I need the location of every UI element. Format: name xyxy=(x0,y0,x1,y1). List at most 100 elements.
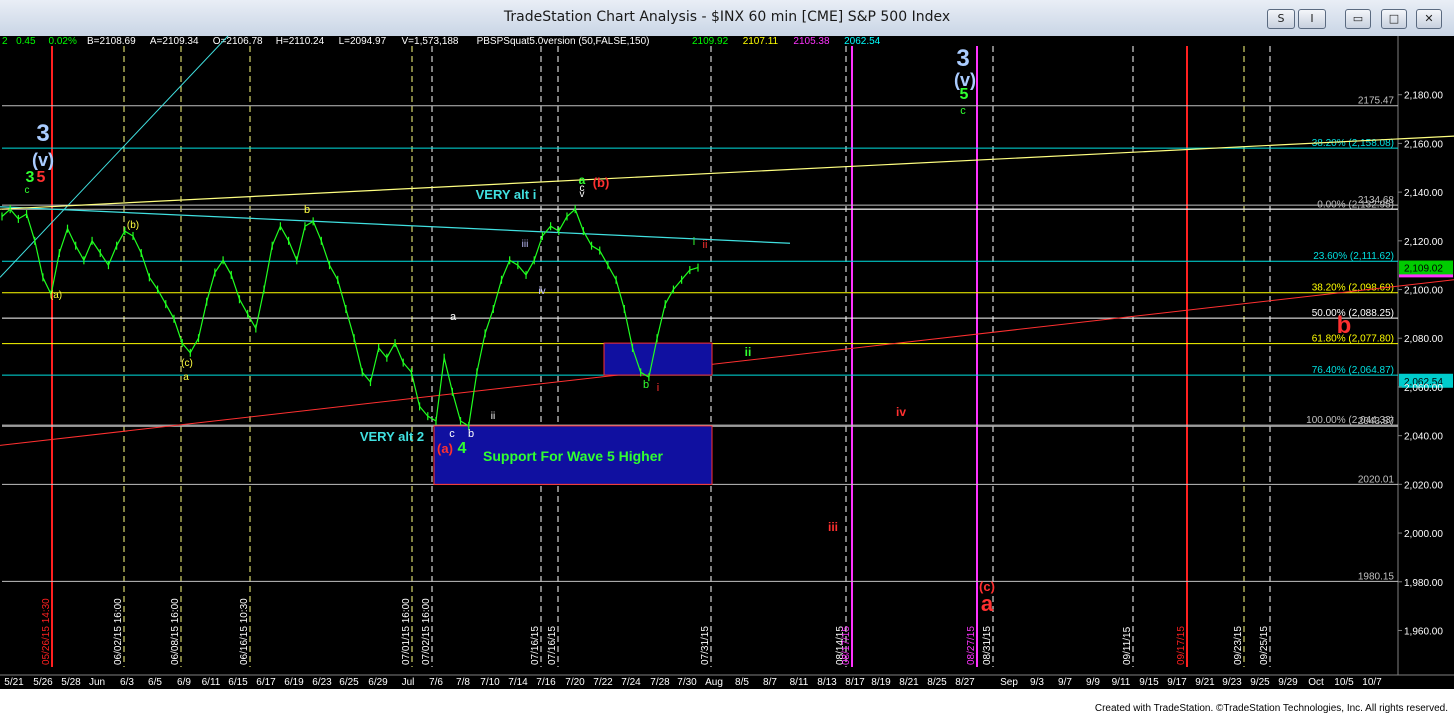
wave-label-b_paren: (b) xyxy=(127,220,139,231)
x-tick-label: 10/7 xyxy=(1362,677,1382,688)
x-tick-label: 7/28 xyxy=(650,677,670,688)
wave-label-a_paren: (a) xyxy=(50,290,62,301)
x-tick-label: 9/21 xyxy=(1195,677,1215,688)
x-tick-label: 7/8 xyxy=(456,677,470,688)
wave-label-b_yel1: b xyxy=(304,204,310,216)
wave-label-wv_left: (v) xyxy=(32,150,54,170)
price-tag-label: 2,109.02 xyxy=(1404,264,1443,275)
vertical-date-label: 07/16/15 xyxy=(530,626,541,665)
x-tick-label: 6/25 xyxy=(339,677,359,688)
vertical-date-label: 07/01/15 16:00 xyxy=(401,598,412,665)
fib-level-label: 61.80% (2,077.80) xyxy=(1312,334,1394,345)
fib-level-label: 0.00% (2,132.95) xyxy=(1317,199,1394,210)
x-tick-label: 7/10 xyxy=(480,677,500,688)
y-tick-label: 1,960.00 xyxy=(1404,626,1443,637)
x-tick-label: 6/11 xyxy=(202,677,221,688)
vertical-date-label: 06/16/15 10:30 xyxy=(239,598,250,665)
x-tick-label: 7/6 xyxy=(429,677,443,688)
y-tick-label: 2,120.00 xyxy=(1404,237,1443,248)
header-readout-item: V=1,573,188 xyxy=(402,36,459,47)
header-readout-item: 0.02% xyxy=(49,36,77,47)
chart-area[interactable]: 2 0.45 0.02% B=2108.69 A=2109.34 O=2106.78 H=2… xyxy=(0,33,1454,689)
window-title: TradeStation Chart Analysis - $INX 60 mi… xyxy=(503,9,951,25)
wave-label-iv_red: iv xyxy=(896,405,906,419)
header-readout-item: B=2108.69 xyxy=(87,36,136,47)
header-readout-item: H=2110.24 xyxy=(276,36,325,47)
fib-level-label: 2020.01 xyxy=(1358,474,1395,485)
x-tick-label: 9/3 xyxy=(1030,677,1044,688)
maximize-button[interactable]: □ xyxy=(1381,9,1407,29)
vertical-date-label: 09/23/15 xyxy=(1233,626,1244,665)
x-tick-label: 9/9 xyxy=(1086,677,1100,688)
x-tick-label: 7/22 xyxy=(593,677,613,688)
minimize-button[interactable]: ▭ xyxy=(1345,9,1371,29)
wave-label-very_alt_i: VERY alt i xyxy=(476,187,537,202)
wave-label-four_green: 4 xyxy=(458,440,467,457)
y-tick-label: 2,020.00 xyxy=(1404,480,1443,491)
title-bar: TradeStation Chart Analysis - $INX 60 mi… xyxy=(0,0,1454,37)
support-box-label: Support For Wave 5 Higher xyxy=(483,448,663,464)
vertical-date-label: 09/11/15 xyxy=(1122,626,1133,665)
footer: Created with TradeStation. ©TradeStation… xyxy=(0,689,1454,717)
header-readout-item: 0.45 xyxy=(16,36,36,47)
wave-label-ii_green2: ii xyxy=(745,345,752,359)
vertical-date-label: 09/25/15 xyxy=(1259,626,1270,665)
x-tick-label: 6/29 xyxy=(368,677,388,688)
wave-label-i_red: i xyxy=(657,382,659,394)
fib-level-label: 2043.87 xyxy=(1358,416,1395,427)
header-readout-item: 2062.54 xyxy=(844,36,881,47)
wave-label-iii_red: iii xyxy=(828,520,838,534)
x-tick-label: 5/26 xyxy=(33,677,53,688)
wave-label-b_big_red: b xyxy=(1337,312,1352,339)
x-tick-label: 9/29 xyxy=(1278,677,1298,688)
x-tick-label: 8/7 xyxy=(763,677,777,688)
interval-button[interactable]: I xyxy=(1298,9,1326,29)
header-readout-item: L=2094.97 xyxy=(339,36,387,47)
x-tick-label: 8/5 xyxy=(735,677,749,688)
x-tick-label: 9/17 xyxy=(1167,677,1187,688)
y-tick-label: 2,000.00 xyxy=(1404,529,1443,540)
close-button[interactable]: ✕ xyxy=(1416,9,1442,29)
y-tick-label: 2,040.00 xyxy=(1404,432,1443,443)
header-readout-item: 2107.11 xyxy=(743,36,779,47)
x-tick-label: 9/7 xyxy=(1058,677,1072,688)
wave-label-iv_lbl: iv xyxy=(538,286,545,297)
vertical-date-label: 07/31/15 xyxy=(700,626,711,665)
wave-label-i_green: i xyxy=(693,236,695,248)
x-tick-label: Jun xyxy=(89,677,105,688)
header-readout-item: A=2109.34 xyxy=(150,36,199,47)
x-tick-label: 8/27 xyxy=(955,677,975,688)
x-tick-label: 8/11 xyxy=(790,677,809,688)
wave-label-a_big_red: a xyxy=(981,591,994,616)
x-tick-label: 5/21 xyxy=(4,677,24,688)
copyright-text: Created with TradeStation. ©TradeStation… xyxy=(1094,703,1448,714)
x-tick-label: 10/5 xyxy=(1334,677,1354,688)
x-tick-label: 9/23 xyxy=(1222,677,1242,688)
fib-level-label: 2175.47 xyxy=(1358,96,1395,107)
x-tick-label: 7/30 xyxy=(677,677,697,688)
wave-label-w5r: 5 xyxy=(37,169,46,186)
vertical-date-label: 07/02/15 16:00 xyxy=(421,598,432,665)
wave-label-b_green: b xyxy=(643,379,649,391)
wave-label-b_lbl: b xyxy=(468,428,474,440)
fib-level-label: 1980.15 xyxy=(1358,571,1395,582)
symbol-link-button[interactable]: S xyxy=(1267,9,1295,29)
wave-label-a_yel: a xyxy=(183,372,189,383)
wave-label-c_paren: (c) xyxy=(181,358,193,369)
x-tick-label: 6/9 xyxy=(177,677,191,688)
vertical-date-label: 06/02/15 16:00 xyxy=(113,598,124,665)
x-tick-label: 6/17 xyxy=(256,677,276,688)
wave-label-five_green: 5 xyxy=(960,86,969,103)
wave-label-three_blue: 3 xyxy=(956,45,969,72)
wave-label-ii_red: ii xyxy=(703,239,708,251)
x-tick-label: Jul xyxy=(402,677,415,688)
header-readout-item: 2109.92 xyxy=(692,36,729,47)
vertical-date-label: 07/16/15 xyxy=(547,626,558,665)
x-tick-label: 6/5 xyxy=(148,677,162,688)
price-chart[interactable]: 2 0.45 0.02% B=2108.69 A=2109.34 O=2106.78 H=2… xyxy=(0,33,1454,689)
x-tick-label: Aug xyxy=(705,677,723,688)
target-box xyxy=(603,342,713,376)
vertical-date-label: 06/08/15 16:00 xyxy=(170,598,181,665)
y-tick-label: 2,140.00 xyxy=(1404,188,1443,199)
wave-label-iii_lbl: iii xyxy=(522,239,529,250)
